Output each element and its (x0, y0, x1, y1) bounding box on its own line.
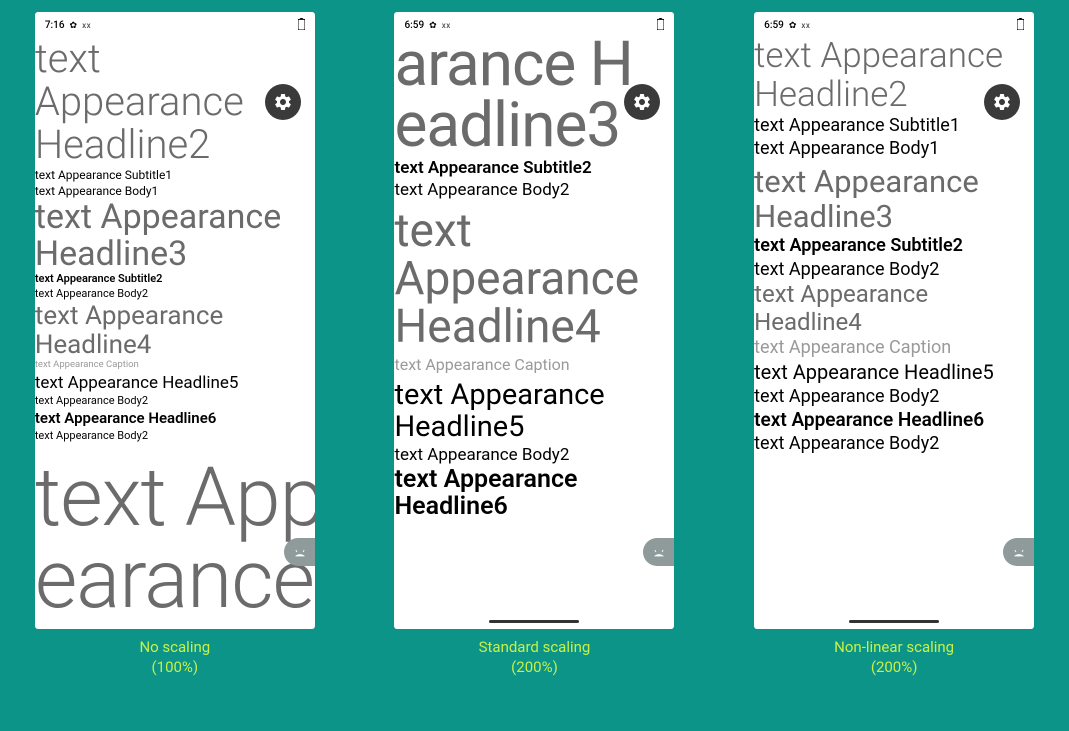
caption-text: text Appearance Caption (394, 354, 674, 376)
gear-icon (273, 92, 293, 112)
body2-b: text Appearance Body2 (754, 385, 1034, 408)
headline5: text Appearance Headline5 (35, 372, 315, 394)
battery-icon (657, 18, 664, 33)
status-xx: xx (442, 21, 451, 30)
gear-icon (992, 92, 1012, 112)
android-icon (1011, 547, 1027, 557)
emulator-tab[interactable] (1003, 538, 1034, 566)
gear-icon (632, 92, 652, 112)
gear-status-icon: ✿ (789, 21, 797, 31)
body2-a: text Appearance Body2 (394, 179, 674, 201)
settings-fab[interactable] (984, 84, 1020, 120)
headline1-b: earance (35, 539, 315, 621)
subtitle2: text Appearance Subtitle2 (394, 157, 674, 179)
status-bar: 6:59 ✿ xx (394, 12, 674, 37)
emulator-tab[interactable] (284, 538, 315, 566)
status-bar: 6:59 ✿ xx (754, 12, 1034, 37)
body2-a: text Appearance Body2 (754, 258, 1034, 281)
gear-status-icon: ✿ (429, 21, 437, 31)
headline6: text Appearance Headline6 (754, 408, 1034, 432)
phone-nonlinear-scaling: 6:59 ✿ xx text Appearance Headline2 text… (754, 12, 1034, 629)
status-xx: xx (82, 21, 91, 30)
subtitle2: text Appearance Subtitle2 (35, 272, 315, 287)
headline6: text Appearance Headline6 (394, 466, 674, 521)
headline5: text Appearance Headline5 (754, 360, 1034, 385)
headline5: text Appearance Headline5 (394, 380, 674, 444)
status-time: 6:59 (764, 20, 784, 31)
android-icon (651, 547, 667, 557)
headline3: text Appearance Headline3 (35, 199, 315, 272)
subtitle2: text Appearance Subtitle2 (754, 234, 1034, 257)
status-time: 7:16 (45, 20, 65, 31)
headline4: text Appearance Headline4 (394, 207, 674, 352)
body2-b: text Appearance Body2 (394, 444, 674, 466)
headline3: text Appearance Headline3 (754, 165, 1034, 234)
settings-fab[interactable] (265, 84, 301, 120)
headline6: text Appearance Headline6 (35, 409, 315, 429)
body2-c: text Appearance Body2 (35, 429, 315, 444)
caption-1: No scaling(100%) (35, 637, 315, 678)
battery-icon (298, 18, 305, 33)
body2-a: text Appearance Body2 (35, 287, 315, 302)
nav-bar-handle[interactable] (849, 620, 939, 623)
headline4: text Appearance Headline4 (35, 302, 315, 359)
gear-status-icon: ✿ (70, 21, 78, 31)
android-icon (292, 547, 308, 557)
body2-c: text Appearance Body2 (754, 432, 1034, 455)
nav-bar-handle[interactable] (489, 620, 579, 623)
battery-icon (1017, 18, 1024, 33)
body2-b: text Appearance Body2 (35, 394, 315, 409)
status-bar: 7:16 ✿ xx (35, 12, 315, 37)
headline1-a: text App (35, 457, 315, 539)
phone-standard-scaling: 6:59 ✿ xx arance H eadline3 text Appeara… (394, 12, 674, 629)
headline4: text Appearance Headline4 (754, 281, 1034, 336)
status-time: 6:59 (404, 20, 424, 31)
caption-text: text Appearance Caption (35, 359, 315, 372)
emulator-tab[interactable] (643, 538, 674, 566)
caption-text: text Appearance Caption (754, 336, 1034, 359)
body1: text Appearance Body1 (754, 137, 1034, 160)
status-xx: xx (801, 21, 810, 30)
caption-3: Non-linear scaling(200%) (754, 637, 1034, 678)
subtitle1: text Appearance Subtitle1 (35, 167, 315, 183)
phone-no-scaling: 7:16 ✿ xx text Appearance Headline2 text… (35, 12, 315, 629)
caption-2: Standard scaling(200%) (394, 637, 674, 678)
